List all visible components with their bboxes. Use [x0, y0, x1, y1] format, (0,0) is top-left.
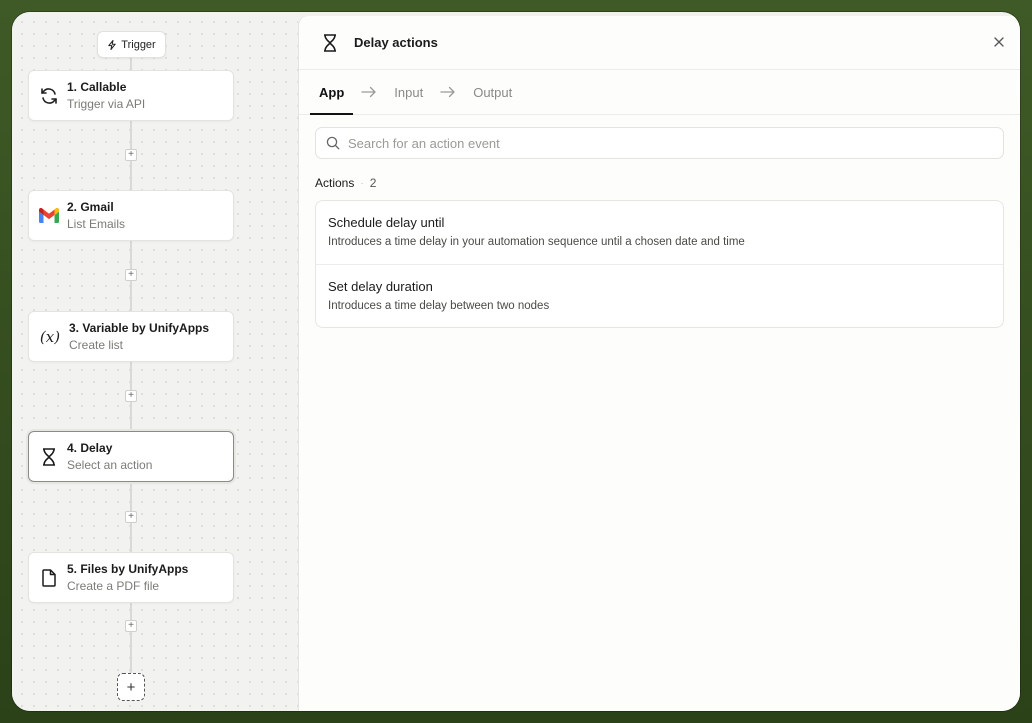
node-subtitle: Select an action: [67, 458, 153, 472]
node-title: 2. Gmail: [67, 200, 114, 214]
actions-section-header: Actions · 2: [315, 176, 1020, 190]
file-icon: [39, 568, 59, 588]
step-tabs: App Input Output: [299, 70, 1020, 115]
search-icon: [326, 136, 340, 150]
action-description: Introduces a time delay between two node…: [328, 300, 550, 312]
node-delay[interactable]: 4. Delay Select an action: [28, 431, 234, 482]
refresh-icon: [39, 86, 59, 106]
tab-output[interactable]: Output: [464, 70, 521, 114]
search-input[interactable]: [348, 135, 948, 151]
insert-step-button[interactable]: +: [125, 149, 137, 161]
action-title: Set delay duration: [328, 279, 433, 294]
action-description: Introduces a time delay in your automati…: [328, 236, 745, 248]
node-callable[interactable]: 1. Callable Trigger via API: [28, 70, 234, 121]
node-title: 4. Delay: [67, 441, 113, 455]
workflow-canvas[interactable]: Trigger 1. Callable Trigger via API + 2.…: [12, 12, 298, 711]
section-label: Actions: [315, 176, 355, 190]
lightning-icon: [108, 39, 116, 50]
search-box[interactable]: [315, 127, 1004, 159]
hourglass-icon: [324, 33, 336, 52]
connector-line: [130, 58, 132, 70]
close-icon[interactable]: [992, 35, 1006, 49]
app-window: Trigger 1. Callable Trigger via API + 2.…: [12, 12, 1020, 711]
node-title: 5. Files by UnifyApps: [67, 562, 189, 576]
connector-line: [130, 603, 132, 673]
hourglass-icon: [39, 447, 59, 467]
node-gmail[interactable]: 2. Gmail List Emails: [28, 190, 234, 241]
node-subtitle: Create a PDF file: [67, 579, 160, 593]
actions-count: 2: [369, 176, 377, 190]
tab-app[interactable]: App: [310, 70, 354, 115]
action-list: Schedule delay until Introduces a time d…: [315, 200, 1004, 328]
node-subtitle: Create list: [69, 338, 124, 352]
action-title: Schedule delay until: [328, 215, 445, 230]
tab-input[interactable]: Input: [385, 70, 432, 114]
action-item-schedule-delay-until[interactable]: Schedule delay until Introduces a time d…: [316, 201, 1003, 264]
insert-step-button[interactable]: +: [125, 269, 137, 281]
node-subtitle: Trigger via API: [67, 97, 146, 111]
arrow-right-icon: [353, 70, 385, 114]
add-node-button[interactable]: +: [117, 673, 145, 701]
node-subtitle: List Emails: [67, 217, 126, 231]
variable-icon: (x): [39, 327, 61, 346]
node-variable[interactable]: (x) 3. Variable by UnifyApps Create list: [28, 311, 234, 362]
separator: ·: [360, 177, 364, 189]
insert-step-button[interactable]: +: [125, 390, 137, 402]
action-item-set-delay-duration[interactable]: Set delay duration Introduces a time del…: [316, 264, 1003, 327]
actions-panel: Delay actions App Input Output Actions ·…: [298, 16, 1020, 711]
trigger-button[interactable]: Trigger: [97, 31, 166, 58]
gmail-icon: [39, 206, 59, 226]
insert-step-button[interactable]: +: [125, 620, 137, 632]
panel-title: Delay actions: [354, 35, 438, 50]
arrow-right-icon: [432, 70, 464, 114]
node-title: 3. Variable by UnifyApps: [69, 321, 210, 335]
panel-header: Delay actions: [299, 16, 1020, 70]
node-title: 1. Callable: [67, 80, 127, 94]
insert-step-button[interactable]: +: [125, 511, 137, 523]
node-files[interactable]: 5. Files by UnifyApps Create a PDF file: [28, 552, 234, 603]
trigger-label: Trigger: [121, 38, 156, 51]
